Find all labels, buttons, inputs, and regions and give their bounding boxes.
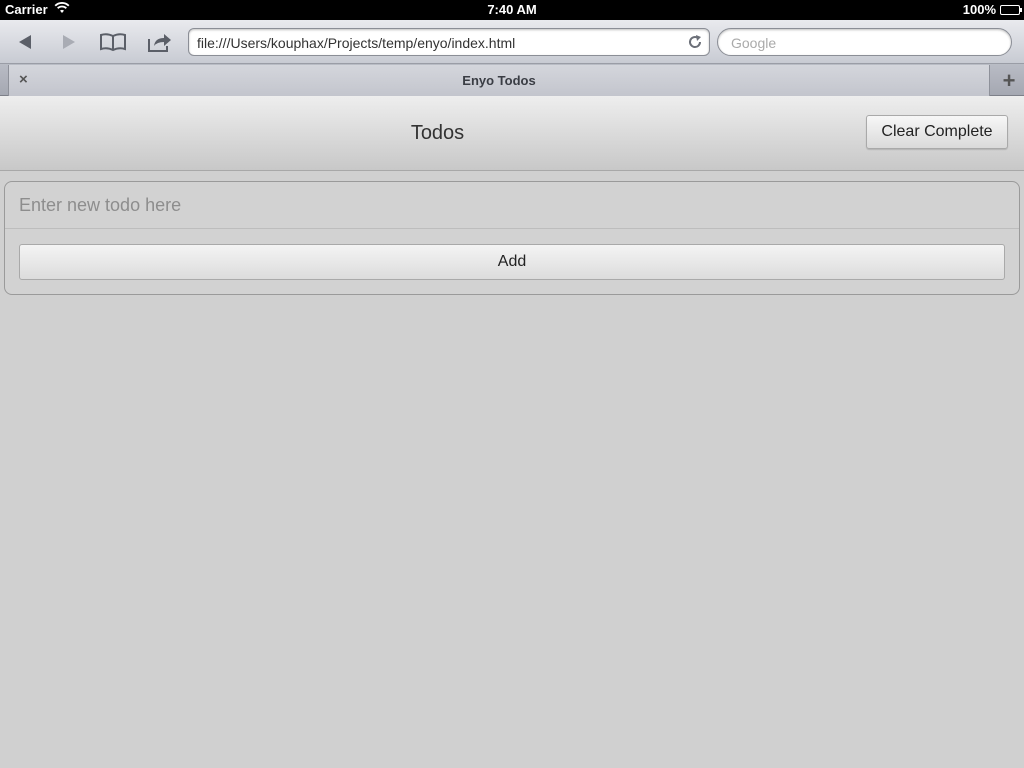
battery-group: 100% [962,2,1022,17]
app-header: Todos Clear Complete [0,96,1024,171]
status-bar: Carrier 7:40 AM 100% [0,0,1024,20]
bookmarks-book-icon[interactable] [98,28,128,56]
share-icon[interactable] [145,28,175,56]
battery-label: 100% [962,2,996,17]
battery-icon [1000,4,1022,15]
tab-bar: × Enyo Todos + [0,64,1024,96]
new-todo-input[interactable]: Enter new todo here [5,182,1019,229]
page-title: Todos [410,122,465,144]
browser-toolbar: file:///Users/kouphax/Projects/temp/enyo… [0,20,1024,64]
forward-arrow-icon[interactable] [54,28,84,56]
add-button[interactable]: Add [19,244,1005,280]
status-time: 7:40 AM [487,2,537,17]
url-field[interactable]: file:///Users/kouphax/Projects/temp/enyo… [188,28,710,56]
url-text: file:///Users/kouphax/Projects/temp/enyo… [197,35,516,51]
tab-title: Enyo Todos [462,73,536,88]
clear-complete-button[interactable]: Clear Complete [866,115,1008,149]
search-field[interactable]: Google [717,28,1012,56]
new-todo-group: Enter new todo here Add [4,181,1020,295]
tab-enyo-todos[interactable]: × Enyo Todos [8,65,990,96]
new-todo-placeholder: Enter new todo here [19,195,182,215]
search-placeholder: Google [731,35,777,51]
plus-icon[interactable]: + [994,65,1024,96]
reload-icon[interactable] [687,34,703,53]
back-arrow-icon[interactable] [10,28,40,56]
